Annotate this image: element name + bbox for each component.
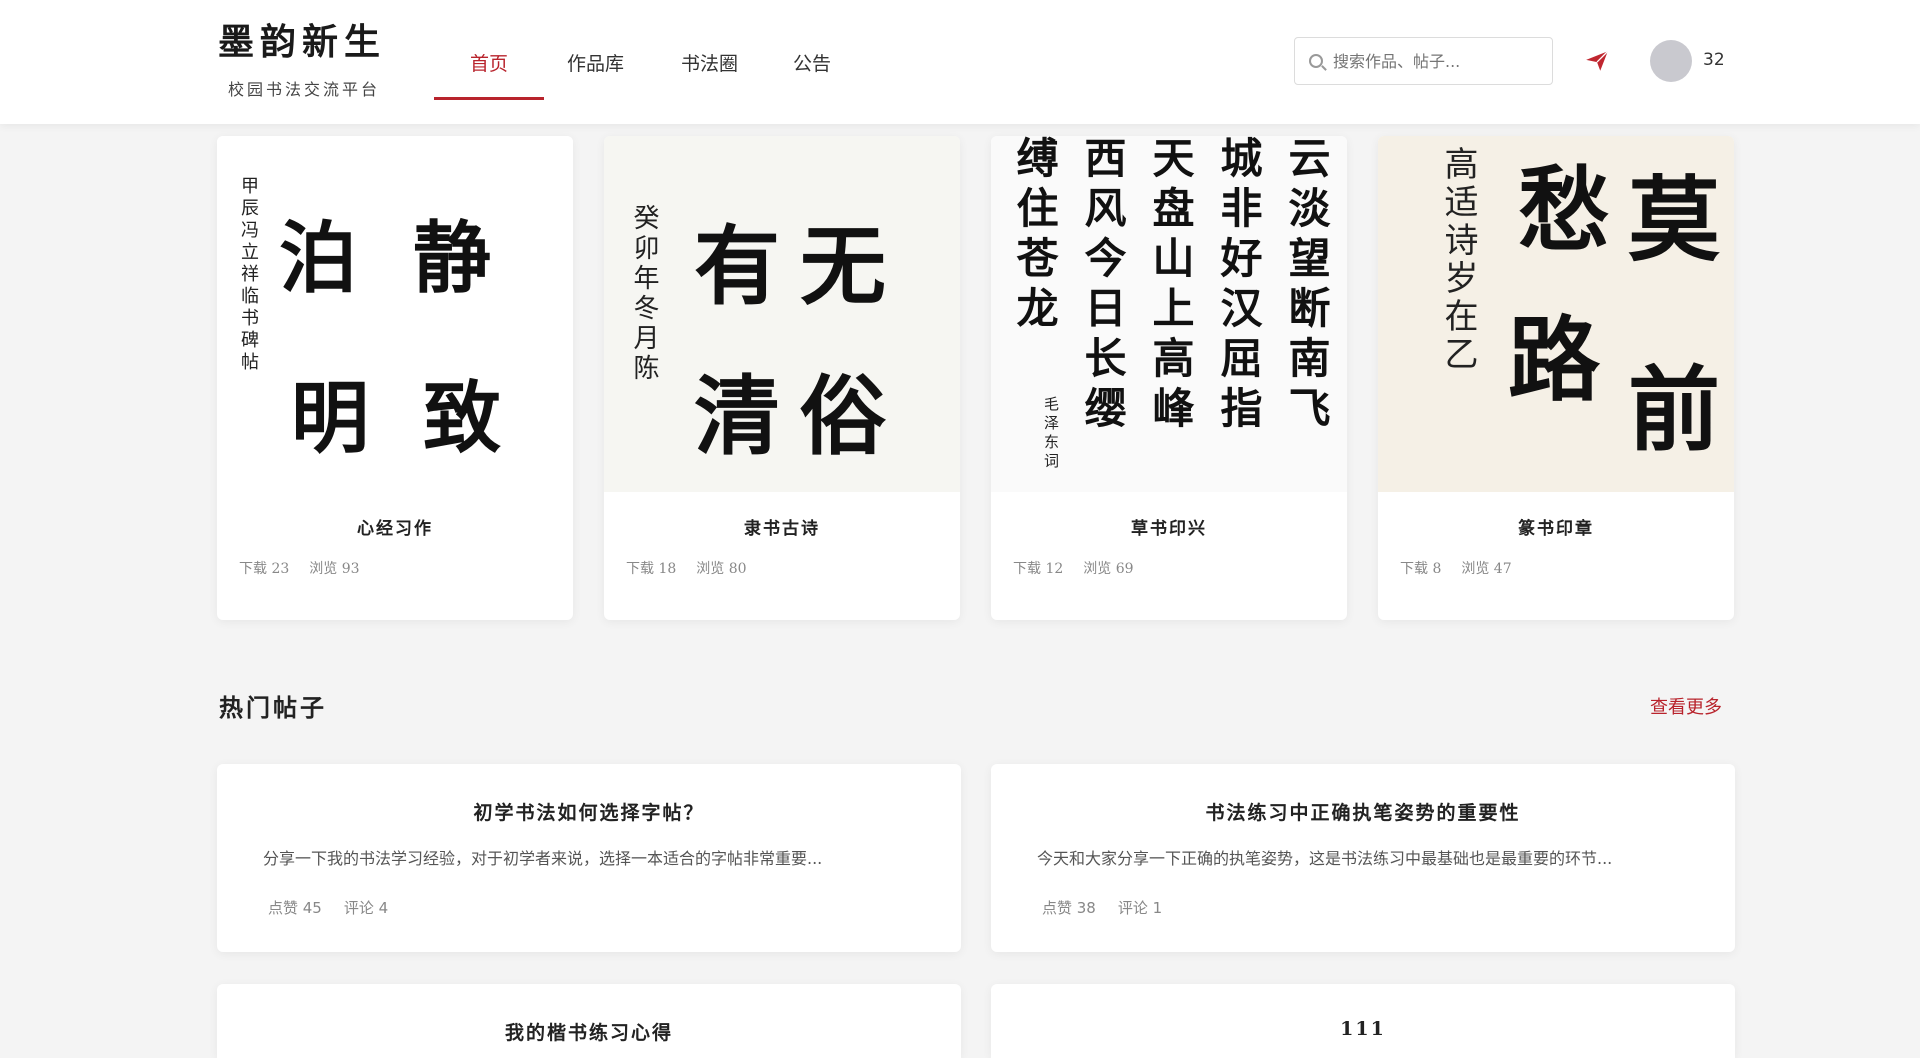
work-card[interactable]: 甲辰冯立祥临书碑帖 静 泊 致 明 心经习作 下载 23 浏览 93 [217,136,573,620]
work-column: 城非好汉屈指 [1214,136,1263,436]
work-views: 浏览 80 [696,561,747,577]
work-title: 篆书印章 [1518,519,1594,539]
post-comments: 评论 1 [1117,899,1163,917]
main-nav: 首页 作品库 书法圈 公告 [434,0,852,124]
work-char: 清 [694,366,780,467]
work-views: 浏览 93 [309,561,360,577]
work-card[interactable]: 云淡望断南飞 城非好汉屈指 天盘山上高峰 西风今日长缨 缚住苍龙 毛泽东词 草书… [991,136,1347,620]
post-likes: 点赞 38 [1042,899,1096,917]
work-column: 西风今日长缨 [1078,136,1127,436]
nav-item-works[interactable]: 作品库 [544,0,647,124]
post-meta: 点赞 38 评论 1 [991,897,1735,918]
hot-posts-title: 热门帖子 [219,693,327,722]
work-side-text: 甲辰冯立祥临书碑帖 [238,176,259,374]
search-box [1294,37,1553,85]
work-char: 致 [423,373,502,464]
nav-item-notice[interactable]: 公告 [772,0,852,124]
work-char: 明 [291,373,370,464]
search-icon [1309,54,1323,68]
brand-logo[interactable]: 墨韵新生 校园书法交流平台 [218,18,398,100]
post-excerpt: 今天和大家分享一下正确的执笔姿势，这是书法练习中最基础也是最重要的环节... [1037,849,1613,868]
view-more-link[interactable]: 查看更多 [1650,693,1722,719]
post-card[interactable]: 初学书法如何选择字帖？ 分享一下我的书法学习经验，对于初学者来说，选择一本适合的… [217,764,961,952]
post-title: 我的楷书练习心得 [504,1022,673,1044]
post-meta: 点赞 45 评论 4 [217,897,961,918]
work-downloads: 下载 23 [239,561,290,577]
work-image: 甲辰冯立祥临书碑帖 静 泊 致 明 [217,136,573,492]
work-downloads: 下载 8 [1400,561,1442,577]
work-side-text: 癸卯年冬月陈 [629,204,659,384]
work-char: 俗 [800,366,886,467]
user-count: 32 [1703,50,1725,70]
post-title: 初学书法如何选择字帖？ [473,802,705,824]
work-meta: 下载 8 浏览 47 [1400,558,1512,578]
works-row: 甲辰冯立祥临书碑帖 静 泊 致 明 心经习作 下载 23 浏览 93 癸卯年冬月… [217,136,1734,620]
nav-item-home[interactable]: 首页 [434,0,544,124]
work-column: 缚住苍龙 [1010,136,1059,336]
work-title: 心经习作 [357,519,433,539]
work-char: 愁 [1518,156,1611,264]
work-downloads: 下载 12 [1013,561,1064,577]
work-meta: 下载 18 浏览 80 [626,558,747,578]
work-char: 无 [800,216,886,317]
work-char: 路 [1508,306,1601,414]
work-views: 浏览 47 [1461,561,1512,577]
work-char: 前 [1628,356,1721,464]
post-card[interactable]: 书法练习中正确执笔姿势的重要性 今天和大家分享一下正确的执笔姿势，这是书法练习中… [991,764,1735,952]
work-card[interactable]: 癸卯年冬月陈 无 有 俗 清 隶书古诗 下载 18 浏览 80 [604,136,960,620]
post-comments: 评论 4 [343,899,389,917]
work-meta: 下载 23 浏览 93 [239,558,360,578]
brand-title: 墨韵新生 [218,21,387,63]
avatar[interactable] [1650,40,1692,82]
work-card[interactable]: 高适诗岁在乙 莫 愁 前 路 篆书印章 下载 8 浏览 47 [1378,136,1734,620]
work-meta: 下载 12 浏览 69 [1013,558,1134,578]
nav-item-circle[interactable]: 书法圈 [647,0,772,124]
work-image: 高适诗岁在乙 莫 愁 前 路 [1378,136,1734,492]
post-likes: 点赞 45 [268,899,322,917]
work-char: 莫 [1628,166,1721,274]
work-views: 浏览 69 [1083,561,1134,577]
work-char: 静 [413,213,492,304]
post-card[interactable]: 我的楷书练习心得 [217,984,961,1058]
work-char: 泊 [279,213,358,304]
work-title: 草书印兴 [1131,519,1207,539]
post-excerpt: 分享一下我的书法学习经验，对于初学者来说，选择一本适合的字帖非常重要... [263,849,823,868]
work-column: 云淡望断南飞 [1282,136,1331,436]
work-char: 有 [694,216,780,317]
brand-subtitle: 校园书法交流平台 [228,80,381,99]
work-title: 隶书古诗 [744,519,820,539]
work-downloads: 下载 18 [626,561,677,577]
post-title: 书法练习中正确执笔姿势的重要性 [1205,802,1521,824]
work-image: 癸卯年冬月陈 无 有 俗 清 [604,136,960,492]
work-column: 天盘山上高峰 [1146,136,1195,436]
search-input[interactable] [1333,51,1533,71]
work-side-text: 毛泽东词 [1042,396,1060,472]
work-side-text: 高适诗岁在乙 [1438,146,1478,374]
send-icon[interactable] [1584,48,1610,74]
post-title: 111 [1340,1018,1386,1040]
post-card[interactable]: 111 [991,984,1735,1058]
top-header: 墨韵新生 校园书法交流平台 首页 作品库 书法圈 公告 32 [0,0,1920,124]
work-image: 云淡望断南飞 城非好汉屈指 天盘山上高峰 西风今日长缨 缚住苍龙 毛泽东词 [991,136,1347,492]
